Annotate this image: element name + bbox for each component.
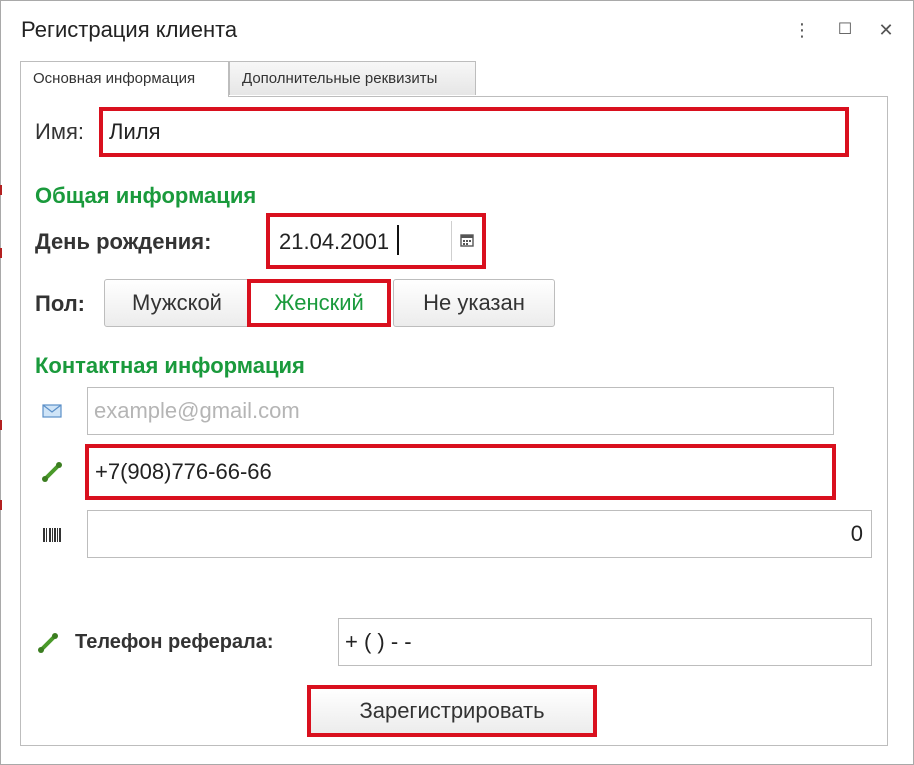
referral-phone-label: Телефон реферала: — [75, 631, 274, 653]
name-label: Имя: — [35, 119, 84, 144]
gender-unspecified-button[interactable]: Не указан — [393, 279, 555, 327]
registration-window: Регистрация клиента ⋮ ☐ ✕ Основная инфор… — [0, 0, 914, 765]
window-title: Регистрация клиента — [21, 17, 238, 42]
close-icon[interactable]: ✕ — [875, 19, 897, 41]
barcode-input[interactable]: 0 — [87, 510, 872, 558]
more-menu-icon[interactable]: ⋮ — [791, 19, 813, 41]
envelope-icon — [41, 400, 63, 422]
text-cursor — [397, 225, 399, 255]
barcode-icon — [41, 524, 63, 546]
referral-phone-input[interactable]: + ( ) - - — [338, 618, 872, 666]
birthday-label: День рождения: — [35, 229, 212, 254]
email-placeholder: example@gmail.com — [94, 398, 300, 423]
referral-phone-icon — [37, 632, 59, 654]
calendar-icon[interactable] — [456, 229, 478, 251]
edge-mark — [0, 500, 2, 510]
edge-mark — [0, 248, 2, 258]
gender-label: Пол: — [35, 291, 86, 316]
phone-input[interactable]: +7(908)776-66-66 — [85, 444, 836, 500]
tab-main-info[interactable]: Основная информация — [20, 61, 229, 97]
edge-mark — [0, 420, 2, 430]
edge-mark — [0, 185, 2, 195]
phone-icon — [41, 461, 63, 483]
register-button[interactable]: Зарегистрировать — [307, 685, 597, 737]
birthday-value: 21.04.2001 — [279, 229, 390, 254]
maximize-icon[interactable]: ☐ — [834, 19, 856, 41]
gender-male-button[interactable]: Мужской — [104, 279, 250, 327]
tab-additional-details[interactable]: Дополнительные реквизиты — [229, 61, 476, 95]
name-field[interactable]: Лиля — [99, 107, 849, 157]
gender-female-button[interactable]: Женский — [247, 279, 391, 327]
calendar-divider — [451, 221, 452, 261]
contact-info-heading: Контактная информация — [35, 353, 305, 378]
title-bar: Регистрация клиента ⋮ ☐ ✕ — [1, 1, 913, 59]
general-info-heading: Общая информация — [35, 183, 257, 208]
email-input[interactable]: example@gmail.com — [87, 387, 834, 435]
